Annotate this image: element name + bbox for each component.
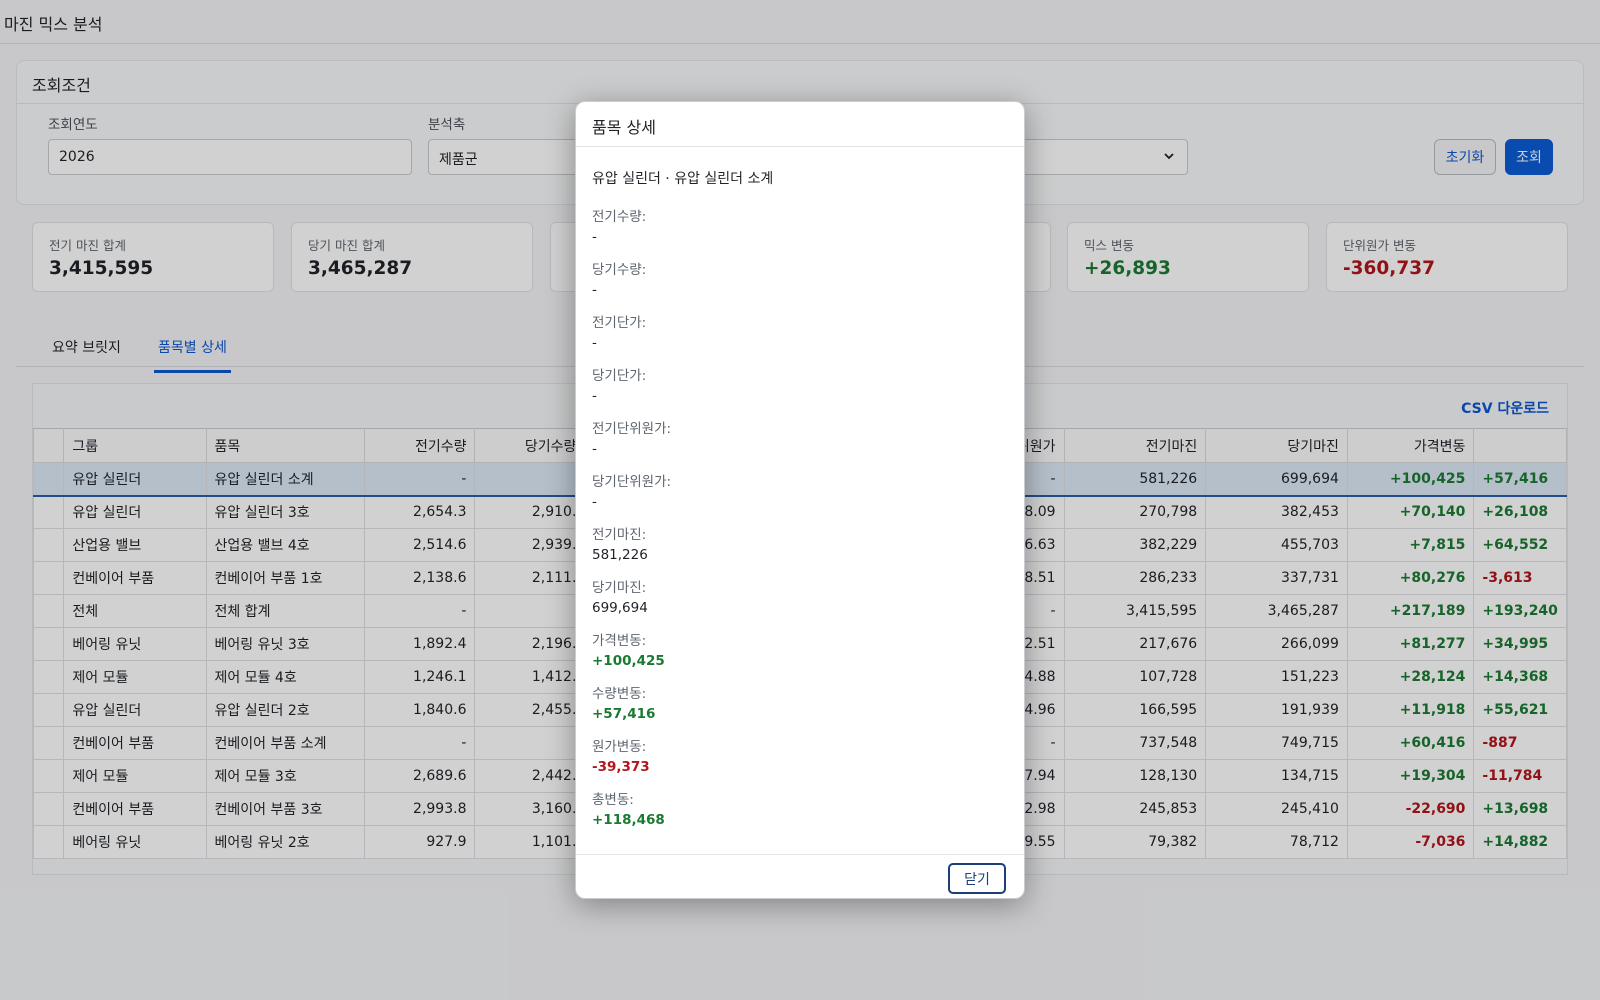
detail-label: 전기단가: (592, 315, 647, 331)
detail-label: 총변동: (592, 792, 634, 808)
detail-field: 전기마진: 581,226 (592, 523, 648, 563)
detail-value: 699,694 (592, 600, 648, 616)
dialog-subtitle: 유압 실린더 · 유압 실린더 소계 (592, 171, 774, 187)
detail-field: 당기마진: 699,694 (592, 576, 648, 616)
detail-label: 전기마진: (592, 527, 647, 543)
detail-label: 전기단위원가: (592, 421, 672, 437)
detail-label: 수량변동: (592, 686, 647, 702)
detail-field: 수량변동: +57,416 (592, 682, 655, 722)
detail-value: - (592, 441, 597, 457)
detail-label: 전기수량: (592, 209, 647, 225)
detail-field: 총변동: +118,468 (592, 788, 665, 828)
detail-label: 가격변동: (592, 633, 647, 649)
detail-value: -39,373 (592, 759, 650, 775)
detail-field: 전기단가: - (592, 311, 646, 351)
detail-field: 가격변동: +100,425 (592, 629, 665, 669)
detail-value: - (592, 335, 597, 351)
detail-value: - (592, 229, 597, 245)
detail-label: 원가변동: (592, 739, 647, 755)
detail-label: 당기수량: (592, 262, 647, 278)
item-detail-dialog: 품목 상세 유압 실린더 · 유압 실린더 소계 전기수량: - 당기수량: - 전기단… (575, 101, 1025, 899)
detail-value: +57,416 (592, 706, 656, 722)
detail-field: 당기수량: - (592, 258, 646, 298)
detail-label: 당기단가: (592, 368, 647, 384)
detail-value: +100,425 (592, 653, 665, 669)
detail-value: - (592, 388, 597, 404)
detail-value: - (592, 494, 597, 510)
detail-value: - (592, 282, 597, 298)
detail-field: 당기단가: - (592, 364, 646, 404)
detail-field: 전기수량: - (592, 205, 646, 245)
dialog-title: 품목 상세 (576, 102, 1024, 147)
detail-value: +118,468 (592, 812, 665, 828)
detail-label: 당기마진: (592, 580, 647, 596)
dialog-footer: 닫기 (576, 854, 1024, 898)
detail-field: 전기단위원가: - (592, 417, 671, 457)
detail-field: 당기단위원가: - (592, 470, 671, 510)
detail-label: 당기단위원가: (592, 474, 672, 490)
detail-field: 원가변동: -39,373 (592, 735, 650, 775)
detail-value: 581,226 (592, 547, 648, 563)
close-button[interactable]: 닫기 (948, 863, 1006, 894)
